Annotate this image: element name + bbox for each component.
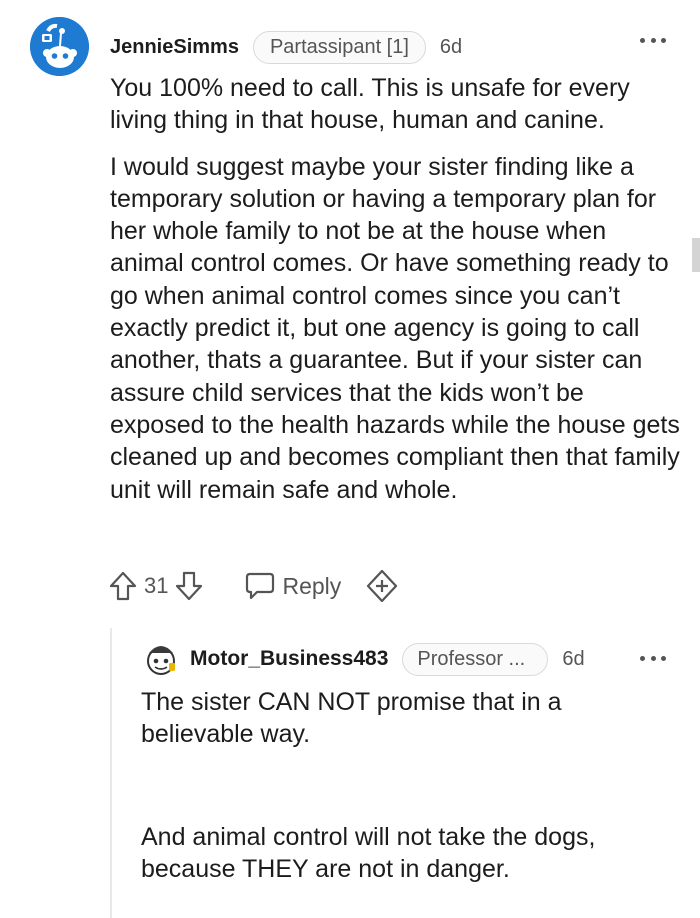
reply-button[interactable]: Reply xyxy=(244,571,341,601)
award-plus-icon xyxy=(367,569,398,603)
reply-label: Reply xyxy=(282,572,342,599)
upvote-button[interactable] xyxy=(108,570,138,602)
comment-actions: 31 Reply xyxy=(108,568,399,604)
more-options-icon[interactable] xyxy=(640,30,666,50)
downvote-arrow-icon xyxy=(176,571,203,601)
scrollbar-thumb[interactable] xyxy=(692,238,700,272)
user-avatar[interactable] xyxy=(30,17,89,76)
snoo-avatar-icon xyxy=(30,17,89,76)
author-name[interactable]: JennieSimms xyxy=(110,36,239,59)
speech-bubble-icon xyxy=(246,572,275,600)
reply-body: The sister CAN NOT promise that in a bel… xyxy=(141,686,681,885)
comment-paragraph: I would suggest maybe your sister findin… xyxy=(110,152,680,504)
comment-paragraph: You 100% need to call. This is unsafe fo… xyxy=(110,74,630,135)
reply-user-flair: Professor ... xyxy=(402,642,549,676)
comment-header: JennieSimms Partassipant [1] 6d xyxy=(110,30,462,64)
reply-author-name[interactable]: Motor_Business483 xyxy=(190,647,388,671)
reply-paragraph: The sister CAN NOT promise that in a bel… xyxy=(141,688,562,749)
vote-count: 31 xyxy=(144,573,169,598)
award-button[interactable] xyxy=(365,569,399,603)
reply-header: Motor_Business483 Professor ... 6d xyxy=(190,641,585,677)
snoo-avatar-icon xyxy=(147,646,175,675)
reply-comment-age: 6d xyxy=(562,647,585,670)
thread-line[interactable] xyxy=(110,628,112,918)
reply-more-options-icon[interactable] xyxy=(640,648,666,668)
reply-user-avatar[interactable] xyxy=(143,641,179,677)
reply-paragraph: And animal control will not take the dog… xyxy=(141,822,596,883)
comment-age: 6d xyxy=(439,35,463,58)
downvote-button[interactable] xyxy=(174,570,204,602)
user-flair: Partassipant [1] xyxy=(252,30,426,64)
upvote-arrow-icon xyxy=(109,571,137,601)
comment-body: You 100% need to call. This is unsafe fo… xyxy=(110,72,680,520)
